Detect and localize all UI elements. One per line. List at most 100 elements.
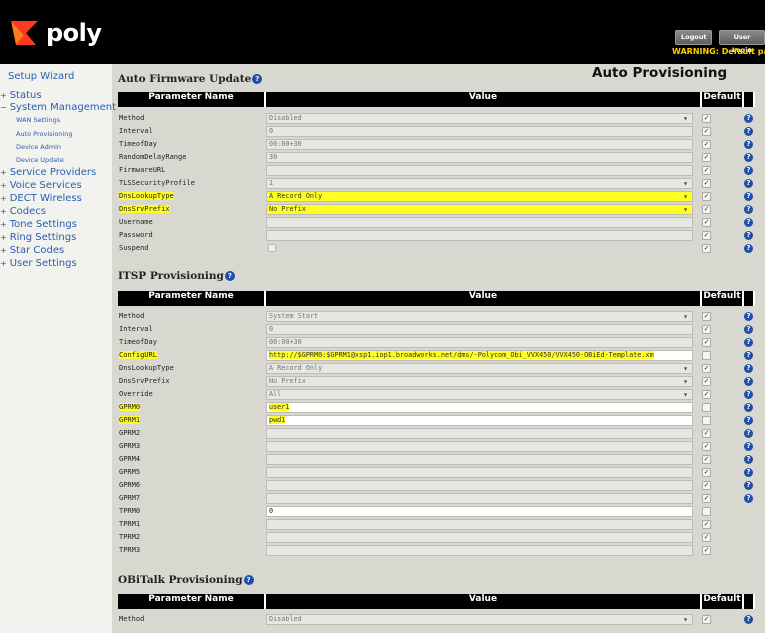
help-icon[interactable]: ? xyxy=(744,192,753,201)
default-checkbox[interactable]: ✓ xyxy=(702,442,711,451)
suspend-checkbox[interactable] xyxy=(268,244,276,252)
help-icon[interactable]: ? xyxy=(243,575,254,585)
value-input[interactable]: 00:00+30 xyxy=(266,139,693,150)
value-select[interactable]: A Record Only xyxy=(266,191,693,202)
help-icon[interactable]: ? xyxy=(744,481,753,490)
sidebar-item-dect-wireless[interactable]: + DECT Wireless xyxy=(0,193,82,204)
value-input[interactable]: user1 xyxy=(266,402,693,413)
value-input[interactable] xyxy=(266,480,693,491)
default-checkbox[interactable]: ✓ xyxy=(702,338,711,347)
value-input[interactable]: pwd1 xyxy=(266,415,693,426)
value-select[interactable]: Disabled xyxy=(266,614,693,625)
default-checkbox[interactable] xyxy=(702,403,711,412)
help-icon[interactable]: ? xyxy=(744,325,753,334)
value-input[interactable] xyxy=(266,454,693,465)
logout-button[interactable]: Logout xyxy=(675,30,713,45)
help-icon[interactable]: ? xyxy=(224,271,235,281)
help-icon[interactable]: ? xyxy=(744,205,753,214)
help-icon[interactable]: ? xyxy=(744,338,753,347)
sidebar-item-system-management[interactable]: − System Management xyxy=(0,102,116,113)
sidebar-item-service-providers[interactable]: + Service Providers xyxy=(0,167,96,178)
value-input[interactable]: 30 xyxy=(266,152,693,163)
default-checkbox[interactable]: ✓ xyxy=(702,468,711,477)
default-checkbox[interactable]: ✓ xyxy=(702,615,711,624)
sidebar-item-device-admin[interactable]: Device Admin xyxy=(16,143,61,151)
help-icon[interactable]: ? xyxy=(744,231,753,240)
default-checkbox[interactable]: ✓ xyxy=(702,325,711,334)
help-icon[interactable]: ? xyxy=(744,244,753,253)
default-checkbox[interactable]: ✓ xyxy=(702,140,711,149)
default-checkbox[interactable]: ✓ xyxy=(702,166,711,175)
value-input[interactable] xyxy=(266,441,693,452)
sidebar-item-wan-settings[interactable]: WAN Settings xyxy=(16,116,60,124)
help-icon[interactable]: ? xyxy=(744,416,753,425)
sidebar-item-tone-settings[interactable]: + Tone Settings xyxy=(0,219,77,230)
default-checkbox[interactable]: ✓ xyxy=(702,377,711,386)
default-checkbox[interactable]: ✓ xyxy=(702,205,711,214)
value-input[interactable] xyxy=(266,165,693,176)
help-icon[interactable]: ? xyxy=(744,403,753,412)
default-checkbox[interactable]: ✓ xyxy=(702,231,711,240)
sidebar-item-status[interactable]: + Status xyxy=(0,90,42,101)
default-checkbox[interactable]: ✓ xyxy=(702,520,711,529)
default-checkbox[interactable]: ✓ xyxy=(702,481,711,490)
value-input[interactable] xyxy=(266,532,693,543)
sidebar-item-setup-wizard[interactable]: Setup Wizard xyxy=(8,71,74,82)
sidebar-item-ring-settings[interactable]: + Ring Settings xyxy=(0,232,76,243)
default-checkbox[interactable]: ✓ xyxy=(702,429,711,438)
default-checkbox[interactable]: ✓ xyxy=(702,153,711,162)
value-select[interactable]: 1 xyxy=(266,178,693,189)
value-input[interactable] xyxy=(266,545,693,556)
help-icon[interactable]: ? xyxy=(744,114,753,123)
help-icon[interactable]: ? xyxy=(744,140,753,149)
sidebar-item-auto-provisioning[interactable]: Auto Provisioning xyxy=(16,130,72,138)
help-icon[interactable]: ? xyxy=(744,442,753,451)
value-select[interactable]: System Start xyxy=(266,311,693,322)
help-icon[interactable]: ? xyxy=(744,364,753,373)
value-input[interactable] xyxy=(266,230,693,241)
help-icon[interactable]: ? xyxy=(744,468,753,477)
help-icon[interactable]: ? xyxy=(744,312,753,321)
value-input[interactable]: 0 xyxy=(266,324,693,335)
user-login-button[interactable]: User Login xyxy=(719,30,765,54)
value-input[interactable] xyxy=(266,428,693,439)
value-input[interactable]: 00:00+30 xyxy=(266,337,693,348)
default-checkbox[interactable]: ✓ xyxy=(702,364,711,373)
default-checkbox[interactable]: ✓ xyxy=(702,179,711,188)
default-checkbox[interactable]: ✓ xyxy=(702,127,711,136)
default-checkbox[interactable]: ✓ xyxy=(702,114,711,123)
help-icon[interactable]: ? xyxy=(744,127,753,136)
value-input[interactable]: 0 xyxy=(266,506,693,517)
help-icon[interactable]: ? xyxy=(744,218,753,227)
default-checkbox[interactable]: ✓ xyxy=(702,244,711,253)
value-input[interactable] xyxy=(266,217,693,228)
sidebar-item-voice-services[interactable]: + Voice Services xyxy=(0,180,82,191)
value-select[interactable]: A Record Only xyxy=(266,363,693,374)
help-icon[interactable]: ? xyxy=(744,153,753,162)
default-checkbox[interactable] xyxy=(702,507,711,516)
value-input[interactable] xyxy=(266,519,693,530)
value-input[interactable] xyxy=(266,467,693,478)
default-checkbox[interactable]: ✓ xyxy=(702,455,711,464)
default-checkbox[interactable]: ✓ xyxy=(702,546,711,555)
sidebar-item-star-codes[interactable]: + Star Codes xyxy=(0,245,64,256)
help-icon[interactable]: ? xyxy=(744,377,753,386)
help-icon[interactable]: ? xyxy=(744,351,753,360)
sidebar-item-device-update[interactable]: Device Update xyxy=(16,156,64,164)
default-checkbox[interactable] xyxy=(702,351,711,360)
default-checkbox[interactable]: ✓ xyxy=(702,312,711,321)
default-checkbox[interactable]: ✓ xyxy=(702,390,711,399)
value-select[interactable]: All xyxy=(266,389,693,400)
help-icon[interactable]: ? xyxy=(744,455,753,464)
default-checkbox[interactable]: ✓ xyxy=(702,192,711,201)
help-icon[interactable]: ? xyxy=(744,179,753,188)
value-select[interactable]: No Prefix xyxy=(266,376,693,387)
value-select[interactable]: No Prefix xyxy=(266,204,693,215)
help-icon[interactable]: ? xyxy=(744,615,753,624)
help-icon[interactable]: ? xyxy=(744,166,753,175)
sidebar-item-user-settings[interactable]: + User Settings xyxy=(0,258,77,269)
value-select[interactable]: Disabled xyxy=(266,113,693,124)
value-checkbox[interactable] xyxy=(266,243,693,254)
default-checkbox[interactable] xyxy=(702,416,711,425)
help-icon[interactable]: ? xyxy=(252,74,263,84)
